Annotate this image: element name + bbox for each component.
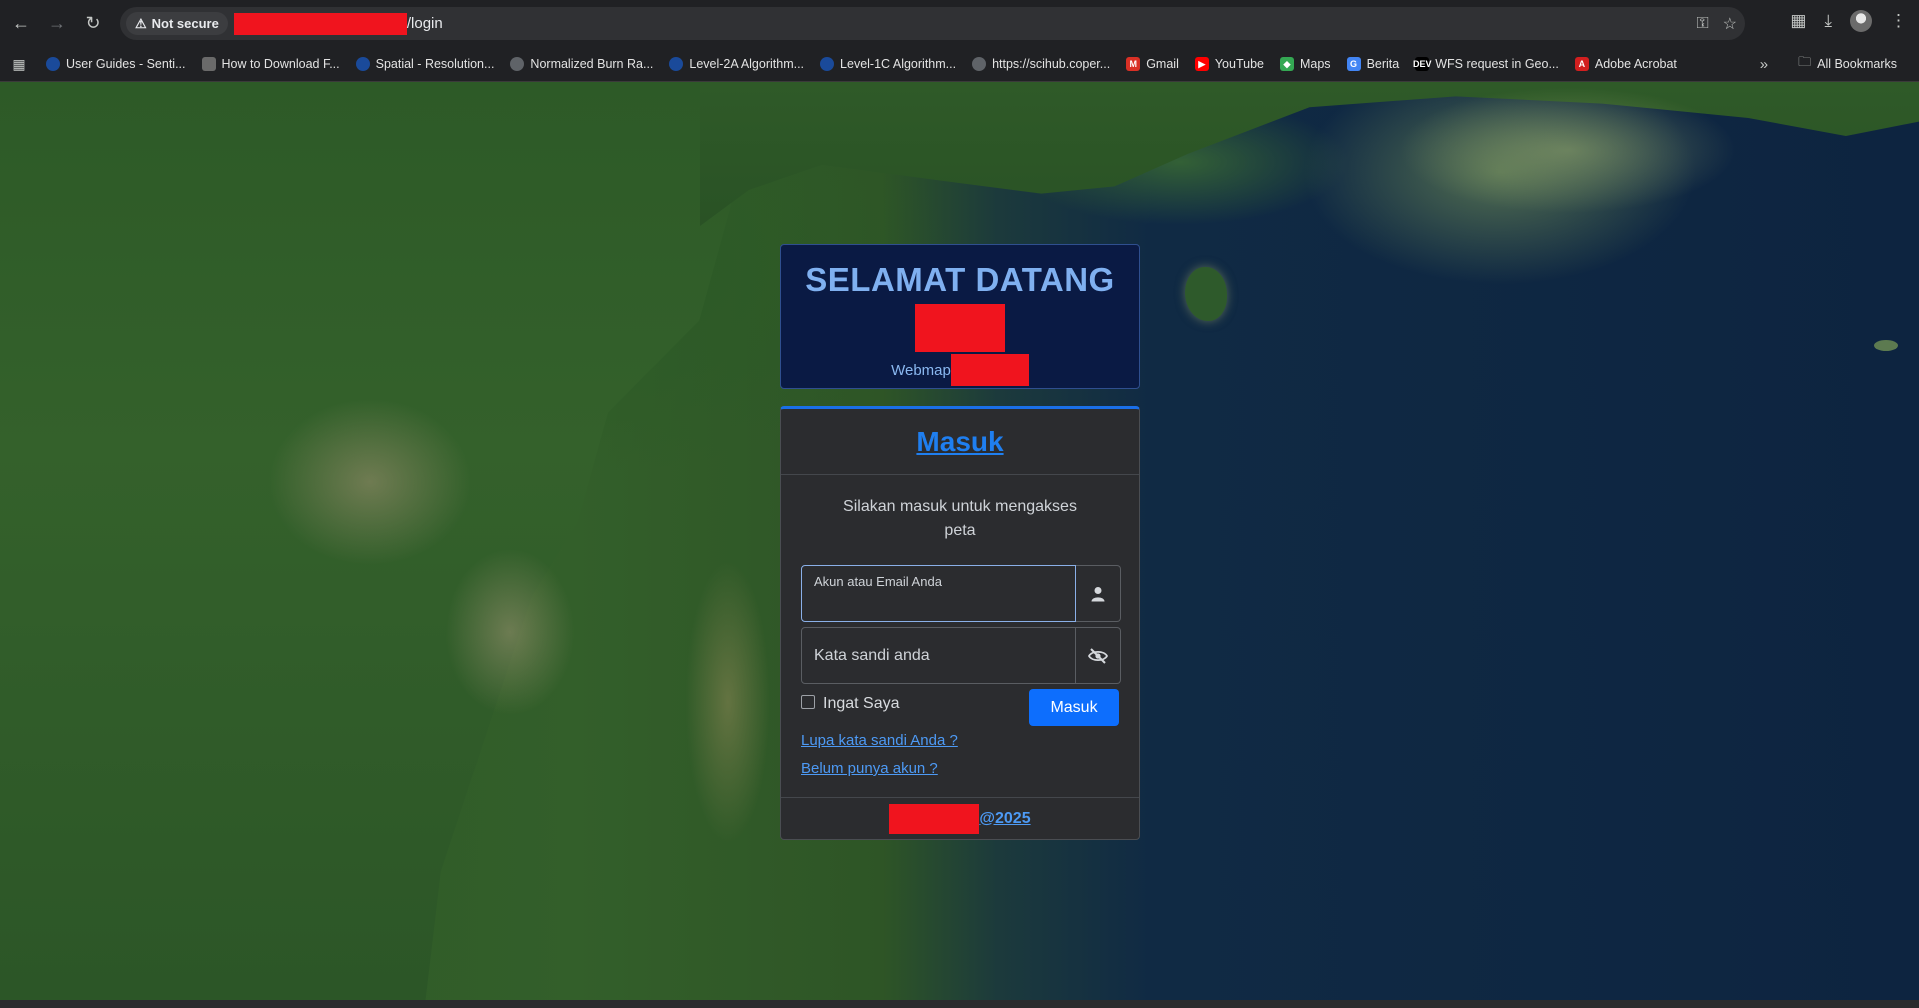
login-title[interactable]: Masuk xyxy=(916,426,1003,458)
warning-icon: ⚠ xyxy=(135,15,147,31)
webmap-line: Webmap xyxy=(781,354,1139,386)
password-placeholder: Kata sandi anda xyxy=(814,646,930,664)
welcome-panel: SELAMAT DATANG Webmap xyxy=(780,244,1140,389)
eye-slash-icon[interactable] xyxy=(1076,627,1121,684)
key-icon[interactable]: ⚿ xyxy=(1696,15,1708,33)
nav-buttons: ← → ↻ xyxy=(8,11,106,37)
password-input[interactable]: Kata sandi anda xyxy=(801,627,1076,684)
reload-icon[interactable]: ↻ xyxy=(80,11,106,37)
star-icon[interactable]: ☆ xyxy=(1723,14,1737,34)
username-input[interactable]: Akun atau Email Anda xyxy=(801,565,1076,622)
bookmark-item[interactable]: Spatial - Resolution... xyxy=(348,50,503,78)
bookmark-item[interactable]: Normalized Burn Ra... xyxy=(502,50,661,78)
all-bookmarks-button[interactable]: 🗀 All Bookmarks xyxy=(1790,50,1905,78)
bottom-strip xyxy=(0,1000,1919,1008)
security-label: Not secure xyxy=(151,16,219,31)
redacted-host xyxy=(233,12,407,35)
extensions-icon[interactable]: ▦ xyxy=(1790,11,1806,31)
back-arrow-icon[interactable]: ← xyxy=(8,11,34,37)
remember-me[interactable]: Ingat Saya xyxy=(801,695,900,713)
bookmark-label: Maps xyxy=(1299,57,1331,71)
map-sediment xyxy=(1280,82,1760,252)
download-icon[interactable]: ⤓ xyxy=(1824,11,1832,31)
folder-icon: 🗀 xyxy=(1798,54,1812,69)
bookmark-item[interactable]: Level-1C Algorithm... xyxy=(812,50,964,78)
bookmark-item[interactable]: How to Download F... xyxy=(194,50,348,78)
security-chip[interactable]: ⚠ Not secure xyxy=(126,12,228,35)
bookmark-item[interactable]: ◆ Maps xyxy=(1272,50,1339,78)
bookmark-label: Adobe Acrobat xyxy=(1594,57,1677,71)
bookmark-favicon-icon: ▶ xyxy=(1194,57,1209,71)
bookmark-item[interactable]: Level-2A Algorithm... xyxy=(661,50,812,78)
bookmark-item[interactable]: G Berita xyxy=(1339,50,1408,78)
register-link[interactable]: Belum punya akun ? xyxy=(801,760,938,777)
map-island xyxy=(1874,340,1898,351)
bookmark-label: WFS request in Geo... xyxy=(1435,57,1559,71)
bookmark-favicon-icon xyxy=(46,57,60,71)
bookmark-favicon-icon xyxy=(669,57,684,71)
bookmark-label: YouTube xyxy=(1214,57,1264,71)
bookmark-favicon-icon: A xyxy=(1574,57,1589,71)
login-submit-button[interactable]: Masuk xyxy=(1029,689,1119,726)
address-bar[interactable]: ⚠ Not secure /login ⚿ ☆ xyxy=(120,7,1745,40)
forward-arrow-icon[interactable]: → xyxy=(44,11,70,37)
redacted-org-name xyxy=(915,304,1005,352)
password-field-group: Kata sandi anda xyxy=(801,627,1121,684)
bookmark-label: Level-1C Algorithm... xyxy=(840,57,957,71)
remember-checkbox[interactable] xyxy=(801,695,815,709)
map-bare-area xyxy=(440,542,580,722)
bookmark-label: https://scihub.coper... xyxy=(992,57,1111,71)
footer-year-link[interactable]: @2025 xyxy=(979,810,1030,828)
login-header: Masuk xyxy=(781,409,1139,475)
bookmark-favicon-icon: M xyxy=(1126,57,1141,71)
bookmark-label: Spatial - Resolution... xyxy=(375,57,495,71)
bookmark-item[interactable]: https://scihub.coper... xyxy=(964,50,1118,78)
apps-grid-icon[interactable]: ▦ xyxy=(0,56,38,73)
bookmark-favicon-icon xyxy=(510,57,525,71)
bookmark-favicon-icon xyxy=(355,57,370,71)
bookmark-item[interactable]: A Adobe Acrobat xyxy=(1567,50,1685,78)
bookmark-favicon-icon: DEV xyxy=(1412,57,1432,71)
bookmark-label: Level-2A Algorithm... xyxy=(689,57,805,71)
bookmark-item[interactable]: DEV WFS request in Geo... xyxy=(1407,50,1567,78)
login-footer: @2025 xyxy=(781,797,1139,839)
username-placeholder: Akun atau Email Anda xyxy=(814,574,942,589)
bookmark-label: Gmail xyxy=(1146,57,1179,71)
url-path: /login xyxy=(406,15,443,32)
bookmark-favicon-icon: G xyxy=(1346,57,1361,71)
bookmark-label: User Guides - Senti... xyxy=(66,57,186,71)
bookmark-favicon-icon xyxy=(201,57,216,71)
bookmark-favicon-icon xyxy=(972,57,987,71)
browser-toolbar: ← → ↻ ⚠ Not secure /login ⚿ ☆ ▦ ⤓ ⋮ xyxy=(0,0,1919,47)
toolbar-right: ▦ ⤓ ⋮ xyxy=(1790,10,1907,32)
bookmark-label: How to Download F... xyxy=(221,57,340,71)
bookmark-item[interactable]: ▶ YouTube xyxy=(1187,50,1272,78)
user-icon xyxy=(1076,565,1121,622)
remember-label: Ingat Saya xyxy=(823,695,900,712)
username-field-group: Akun atau Email Anda xyxy=(801,565,1121,622)
more-bookmarks-icon[interactable]: » xyxy=(1760,56,1768,73)
map-island xyxy=(1185,267,1227,321)
redacted-webmap-name xyxy=(950,354,1029,386)
forgot-password-link[interactable]: Lupa kata sandi Anda ? xyxy=(801,732,958,749)
login-card: Masuk Silakan masuk untuk mengakses peta… xyxy=(780,406,1140,840)
bookmark-favicon-icon: ◆ xyxy=(1279,57,1294,71)
bookmarks-right: » 🗀 All Bookmarks xyxy=(1760,50,1905,78)
bookmark-item[interactable]: M Gmail xyxy=(1118,50,1187,78)
bookmark-item[interactable]: User Guides - Senti... xyxy=(38,50,194,78)
bookmarks-bar: ▦ User Guides - Senti... How to Download … xyxy=(0,47,1919,82)
bookmark-label: Normalized Burn Ra... xyxy=(530,57,654,71)
bookmark-list: User Guides - Senti... How to Download F.… xyxy=(38,50,1685,78)
login-subtitle: Silakan masuk untuk mengakses peta xyxy=(843,498,1077,539)
welcome-title: SELAMAT DATANG xyxy=(805,261,1115,298)
kebab-menu-icon[interactable]: ⋮ xyxy=(1890,11,1907,31)
avatar[interactable] xyxy=(1850,10,1872,32)
omnibox-icons: ⚿ ☆ xyxy=(1696,7,1737,40)
bookmark-label: Berita xyxy=(1366,57,1400,71)
webmap-label: Webmap xyxy=(891,361,951,379)
all-bookmarks-label: All Bookmarks xyxy=(1817,57,1897,71)
bookmark-favicon-icon xyxy=(820,57,835,71)
redacted-footer-name xyxy=(889,803,980,834)
